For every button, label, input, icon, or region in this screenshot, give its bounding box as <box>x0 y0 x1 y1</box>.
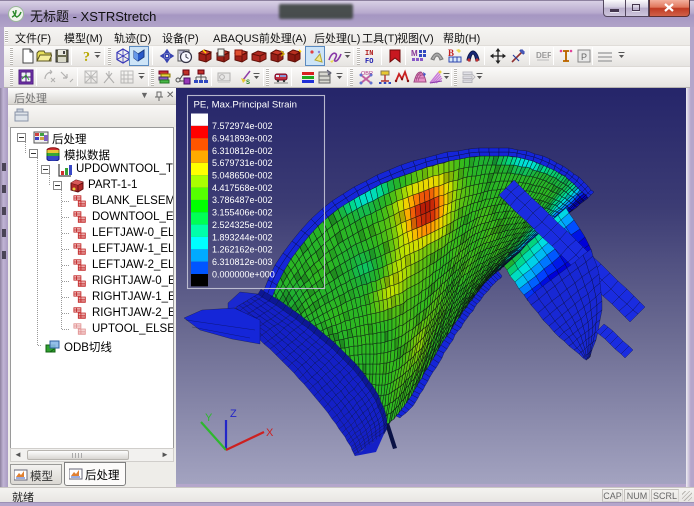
svg-text:?: ? <box>83 50 90 64</box>
svg-text:4.417568e-002: 4.417568e-002 <box>212 183 273 193</box>
svg-text:6.941893e-002: 6.941893e-002 <box>212 134 273 144</box>
svg-text:M: M <box>411 49 418 58</box>
svg-text:FO: FO <box>365 58 373 64</box>
svg-text:5.679731e-002: 5.679731e-002 <box>212 158 273 168</box>
svg-text:1.262162e-002: 1.262162e-002 <box>212 245 273 255</box>
svg-text:Z: Z <box>230 408 237 420</box>
svg-text:IN: IN <box>365 50 373 58</box>
svg-text:3.786487e-002: 3.786487e-002 <box>212 195 273 205</box>
svg-text:X: X <box>266 427 274 439</box>
svg-text:P: P <box>581 52 587 62</box>
svg-text:DEF: DEF <box>536 51 551 60</box>
svg-text:0.000000e+000: 0.000000e+000 <box>212 269 275 279</box>
svg-text:S: S <box>246 80 250 85</box>
svg-text:PE, Max.Principal Strain: PE, Max.Principal Strain <box>194 100 297 111</box>
svg-text:6.310812e-002: 6.310812e-002 <box>212 146 273 156</box>
svg-text:Y: Y <box>205 412 213 424</box>
svg-text:1.893244e-002: 1.893244e-002 <box>212 232 273 242</box>
svg-text:6.310812e-003: 6.310812e-003 <box>212 257 273 267</box>
svg-text:7.572974e-002: 7.572974e-002 <box>212 121 273 131</box>
svg-text:5.048650e-002: 5.048650e-002 <box>212 171 273 181</box>
svg-text:3.155406e-002: 3.155406e-002 <box>212 208 273 218</box>
svg-text:2.524325e-002: 2.524325e-002 <box>212 220 273 230</box>
